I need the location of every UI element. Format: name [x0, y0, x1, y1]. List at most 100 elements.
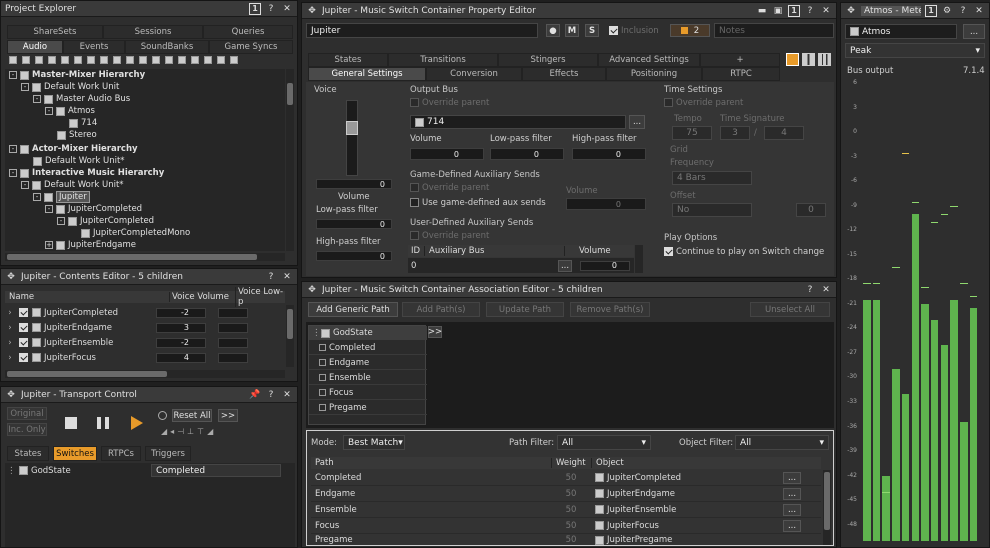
voice-lowpass-slider[interactable] [218, 352, 248, 363]
more-button[interactable]: >> [218, 409, 238, 422]
tree-item-default-work-unit[interactable]: - Default Work Unit [21, 81, 119, 93]
col-voice-volume[interactable]: Voice Volume [169, 292, 235, 302]
tree-item-default-work-unit-3[interactable]: - Default Work Unit* [21, 179, 124, 191]
tree-item-jupiter[interactable]: - Jupiter [33, 191, 90, 203]
voice-lowpass-slider[interactable] [218, 322, 248, 333]
include-checkbox[interactable] [19, 338, 28, 347]
path-weight[interactable]: 50 [551, 521, 591, 531]
toolbar-icon[interactable] [152, 56, 160, 64]
path-row[interactable]: Endgame 50 JupiterEndgame ... [311, 486, 821, 502]
tree-item-default-work-unit-2[interactable]: Default Work Unit* [33, 155, 125, 167]
unselect-all-button[interactable]: Unselect All [750, 302, 830, 317]
voice-volume-fader[interactable] [346, 100, 358, 176]
tab-soundbanks[interactable]: SoundBanks [125, 40, 209, 54]
mute-button[interactable]: M [565, 24, 579, 37]
tab-queries[interactable]: Queries [203, 25, 293, 39]
move-icon[interactable]: ✥ [306, 284, 318, 296]
inclusion-checkbox[interactable] [609, 26, 618, 35]
close-icon[interactable]: ✕ [820, 284, 832, 296]
toolbar-icon[interactable] [126, 56, 134, 64]
game-aux-override-checkbox[interactable] [410, 183, 419, 192]
output-bus-browse-button[interactable]: ... [629, 115, 645, 129]
output-bus-field[interactable]: 714 [410, 115, 626, 129]
col-volume[interactable]: Volume [564, 246, 634, 256]
tree-item-master-mixer[interactable]: - Master-Mixer Hierarchy [9, 69, 145, 81]
tab-stingers[interactable]: Stingers [498, 53, 598, 67]
solo-button[interactable]: S [585, 24, 599, 37]
tab-sharesets[interactable]: ShareSets [7, 25, 103, 39]
help-icon[interactable]: ? [804, 284, 816, 296]
close-icon[interactable]: ✕ [281, 271, 293, 283]
object-browse-button[interactable]: ... [783, 471, 801, 484]
toolbar-icon[interactable] [9, 56, 17, 64]
help-icon[interactable]: ? [804, 5, 816, 17]
play-icon[interactable] [131, 416, 143, 430]
voice-lowpass-slider[interactable] [218, 307, 248, 318]
aux-browse-button[interactable]: ... [558, 259, 572, 272]
tree-item-714[interactable]: 714 [69, 117, 97, 129]
expand-arguments-button[interactable]: >> [428, 326, 442, 338]
object-browse-button[interactable]: ... [783, 487, 801, 500]
move-icon[interactable]: ✥ [845, 5, 857, 17]
tab-states[interactable]: States [7, 446, 49, 461]
path-weight[interactable]: 50 [551, 473, 591, 483]
tree-item-jupitercompleted[interactable]: - JupiterCompleted [45, 203, 142, 215]
contents-scrollbar[interactable] [286, 305, 294, 367]
original-button[interactable]: Original [7, 407, 47, 420]
argument-state-item[interactable]: Pregame [309, 401, 427, 415]
toolbar-icon[interactable] [48, 56, 56, 64]
tab-add[interactable]: + [700, 53, 780, 67]
stop-icon[interactable] [65, 417, 77, 429]
contents-hscrollbar[interactable] [5, 370, 285, 378]
drag-handle-icon[interactable]: ⋮ [7, 466, 19, 476]
tab-rtpcs[interactable]: RTPCs [101, 446, 141, 461]
remove-paths-button[interactable]: Remove Path(s) [570, 302, 650, 317]
tab-game-syncs[interactable]: Game Syncs [209, 40, 293, 54]
col-id[interactable]: ID [408, 246, 424, 256]
contents-row[interactable]: › JupiterFocus 4 [5, 350, 285, 365]
tab-events[interactable]: Events [63, 40, 125, 54]
include-checkbox[interactable] [19, 323, 28, 332]
paths-scrollbar[interactable] [823, 470, 831, 545]
output-bus-volume-value[interactable]: 0 [410, 148, 484, 160]
settings-icon[interactable]: ⚙ [941, 5, 953, 17]
reset-all-button[interactable]: Reset All [172, 409, 212, 422]
col-name[interactable]: Name [5, 292, 169, 302]
close-icon[interactable]: ✕ [820, 5, 832, 17]
continue-play-checkbox[interactable] [664, 247, 673, 256]
notes-field[interactable]: Notes [714, 23, 834, 38]
include-checkbox[interactable] [19, 308, 28, 317]
user-aux-override-checkbox[interactable] [410, 231, 419, 240]
path-weight[interactable]: 50 [551, 505, 591, 515]
layout-number-icon[interactable]: 1 [249, 2, 261, 15]
time-signature-num[interactable]: 3 [720, 126, 750, 140]
time-signature-den[interactable]: 4 [764, 126, 804, 140]
tab-positioning[interactable]: Positioning [606, 67, 702, 81]
meter-mode-dropdown[interactable]: Peak ▾ [845, 43, 985, 58]
tree-item-master-audio-bus[interactable]: - Master Audio Bus [33, 93, 130, 105]
use-game-aux-checkbox[interactable] [410, 198, 419, 207]
tab-transitions[interactable]: Transitions [388, 53, 498, 67]
history-icon[interactable] [158, 411, 167, 420]
toolbar-icon[interactable] [204, 56, 212, 64]
tempo-field[interactable]: 75 [672, 126, 712, 140]
toolbar-icon[interactable] [87, 56, 95, 64]
include-checkbox[interactable] [19, 353, 28, 362]
pin-icon[interactable]: 📌 [249, 389, 261, 401]
user-aux-scrollbar[interactable] [635, 245, 643, 273]
layout-single-icon[interactable] [786, 53, 799, 66]
argument-state-item[interactable]: Focus [309, 386, 427, 400]
save-icon[interactable]: ▣ [772, 5, 784, 17]
add-generic-path-button[interactable]: Add Generic Path [308, 302, 398, 317]
contents-row[interactable]: › JupiterCompleted -2 [5, 305, 285, 320]
object-browse-button[interactable]: ... [783, 503, 801, 516]
offset-dropdown[interactable]: No [672, 203, 752, 217]
voice-lowpass-slider[interactable] [218, 337, 248, 348]
help-icon[interactable]: ? [265, 389, 277, 401]
help-icon[interactable]: ? [265, 271, 277, 283]
tree-item-jupitercompleted-track[interactable]: - JupiterCompleted [57, 215, 154, 227]
object-browse-button[interactable]: ... [783, 519, 801, 532]
tab-conversion[interactable]: Conversion [426, 67, 522, 81]
argument-state-item[interactable]: Completed [309, 341, 427, 355]
toolbar-icon[interactable] [178, 56, 186, 64]
